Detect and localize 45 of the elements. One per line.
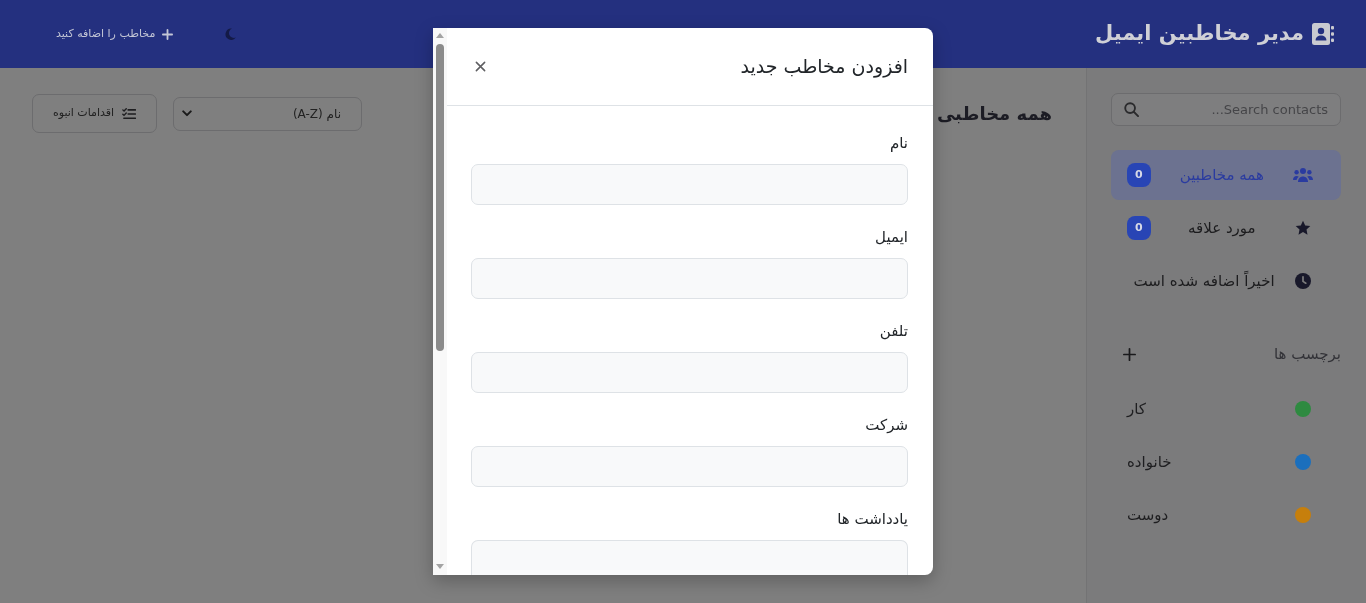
moon-icon [225,28,237,40]
tag-item[interactable]: دوست [1111,490,1341,540]
clock-icon [1295,273,1311,289]
tag-label: کار [1127,398,1146,420]
users-icon [1293,167,1313,183]
chevron-down-icon [182,110,192,117]
textarea-field[interactable] [471,540,908,575]
field-label: تلفن [879,321,908,341]
page-heading: همه مخاطبی [936,102,1052,125]
modal-title: افزودن مخاطب جدید [740,55,908,78]
field-label: ایمیل [875,227,908,247]
nav-item-label: اخیراً اضافه شده است [1133,270,1275,292]
field-label: نام [889,133,908,153]
bulk-actions-button[interactable]: اقدامات انبوه [32,94,157,133]
plus-icon [162,28,174,40]
sidebar-nav-item[interactable]: اخیراً اضافه شده است [1111,256,1341,306]
search-field[interactable]: Search contacts... [1111,93,1341,126]
scrollbar-thumb[interactable] [436,44,444,351]
tag-label: دوست [1127,504,1169,526]
sort-dropdown[interactable]: نام (A-Z) [173,96,362,131]
app-title: مدیر مخاطبین ایمیل [1094,21,1304,47]
scroll-down-arrow-icon [436,564,444,569]
count-badge: 0 [1127,163,1151,187]
field-label: شرکت [865,415,908,435]
nav-item-label: مورد علاقه [1188,217,1256,239]
nav-item-label: همه مخاطبین [1179,164,1264,186]
scrollbar-track[interactable] [433,28,447,575]
address-book-icon [1312,22,1334,46]
scroll-up-arrow-icon [436,33,444,38]
add-contact-button[interactable]: مخاطب را اضافه کنید [50,21,180,47]
tag-label: خانواده [1127,451,1172,473]
field-label: یادداشت ها [837,509,908,529]
input-field[interactable] [471,446,908,487]
plus-icon [1123,347,1136,361]
input-field[interactable] [471,164,908,205]
search-icon [1124,102,1139,117]
input-field[interactable] [471,352,908,393]
input-field[interactable] [471,258,908,299]
list-check-icon [122,107,137,120]
close-icon [475,61,486,72]
tag-item[interactable]: خانواده [1111,437,1341,487]
star-icon [1295,220,1311,236]
tag-item[interactable]: کار [1111,384,1341,434]
count-badge: 0 [1127,216,1151,240]
tags-heading: برچسب ها [1273,343,1341,365]
